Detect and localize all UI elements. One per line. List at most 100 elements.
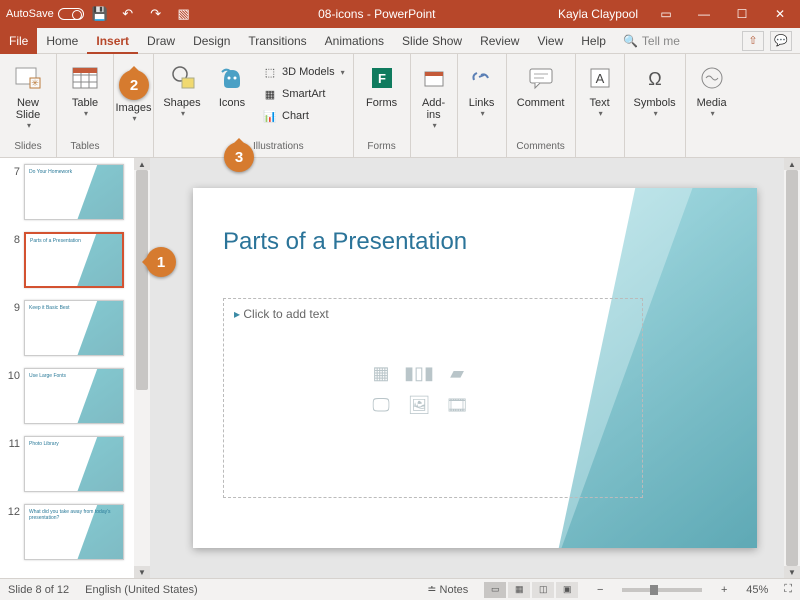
tab-draw[interactable]: Draw: [138, 28, 184, 54]
tellme-label: Tell me: [642, 34, 680, 48]
tellme-search[interactable]: 🔍 Tell me: [623, 34, 680, 48]
symbols-button[interactable]: Ω Symbols ▾: [631, 58, 679, 118]
insert-video-icon[interactable]: 🎞: [440, 391, 474, 419]
insert-picture-icon[interactable]: 🖵: [364, 391, 398, 419]
tab-animations[interactable]: Animations: [316, 28, 393, 54]
comment-label: Comment: [517, 97, 565, 109]
zoom-in-button[interactable]: +: [718, 584, 730, 596]
scrollbar-thumb[interactable]: [136, 170, 148, 390]
maximize-button[interactable]: ☐: [724, 0, 760, 28]
smartart-button[interactable]: ▦ SmartArt: [260, 84, 347, 104]
undo-icon[interactable]: ↶: [116, 2, 140, 26]
user-name[interactable]: Kayla Claypool: [558, 7, 638, 21]
status-bar: Slide 8 of 12 English (United States) ≐ …: [0, 578, 800, 600]
images-label: Images: [115, 102, 151, 114]
ribbon: ✳ New Slide ▾ Slides Table ▾ Tables Imag…: [0, 54, 800, 158]
media-button[interactable]: Media ▾: [692, 58, 732, 118]
shapes-button[interactable]: Shapes ▾: [160, 58, 204, 118]
workspace: 7 Do Your Homework 8 Parts of a Presenta…: [0, 158, 800, 578]
autosave-toggle[interactable]: AutoSave: [6, 8, 84, 20]
tab-slideshow[interactable]: Slide Show: [393, 28, 471, 54]
close-button[interactable]: ✕: [762, 0, 798, 28]
scroll-down-icon[interactable]: ▼: [784, 566, 800, 578]
normal-view-button[interactable]: ▭: [484, 582, 506, 598]
text-button[interactable]: A Text ▾: [582, 58, 618, 118]
scroll-up-icon[interactable]: ▲: [134, 158, 150, 170]
group-tables: Table ▾ Tables: [57, 54, 114, 157]
chevron-down-icon: ▾: [341, 68, 345, 77]
save-icon[interactable]: 💾: [88, 2, 112, 26]
tab-transitions[interactable]: Transitions: [239, 28, 315, 54]
insert-online-picture-icon[interactable]: 🖼: [402, 391, 436, 419]
table-button[interactable]: Table ▾: [63, 58, 107, 118]
new-slide-button[interactable]: ✳ New Slide ▾: [6, 58, 50, 130]
slide-thumbnail[interactable]: 8 Parts of a Presentation: [6, 232, 132, 288]
slideshow-view-button[interactable]: ▣: [556, 582, 578, 598]
3d-models-button[interactable]: ⬚ 3D Models ▾: [260, 62, 347, 82]
insert-smartart-icon[interactable]: ▰: [440, 359, 474, 387]
addins-button[interactable]: Add- ins ▾: [417, 58, 451, 130]
zoom-slider[interactable]: [622, 588, 702, 592]
redo-icon[interactable]: ↷: [144, 2, 168, 26]
scroll-down-icon[interactable]: ▼: [134, 566, 150, 578]
slide-thumbnail[interactable]: 10 Use Large Fonts: [6, 368, 132, 424]
scrollbar-thumb[interactable]: [786, 170, 798, 566]
chevron-down-icon: ▾: [84, 109, 88, 118]
slide-number: 10: [6, 368, 20, 382]
insert-chart-icon[interactable]: ▮▯▮: [402, 359, 436, 387]
svg-text:Ω: Ω: [648, 69, 661, 89]
thumbnail-preview: Keep it Basic Best: [24, 300, 124, 356]
slide-canvas[interactable]: Parts of a Presentation Click to add tex…: [193, 188, 757, 548]
zoom-knob[interactable]: [650, 585, 658, 595]
slide-thumbnail[interactable]: 12 What did you take away from today's p…: [6, 504, 132, 560]
group-symbols: Ω Symbols ▾: [625, 54, 686, 157]
tab-design[interactable]: Design: [184, 28, 239, 54]
tab-view[interactable]: View: [528, 28, 572, 54]
slide-position[interactable]: Slide 8 of 12: [8, 584, 69, 596]
chevron-down-icon: ▾: [711, 109, 715, 118]
sorter-view-button[interactable]: ▦: [508, 582, 530, 598]
icons-button[interactable]: Icons: [210, 58, 254, 109]
slide-thumbnail[interactable]: 11 Photo Library: [6, 436, 132, 492]
tab-insert[interactable]: Insert: [87, 28, 138, 54]
group-label-slides: Slides: [14, 141, 41, 155]
slide-number: 9: [6, 300, 20, 314]
minimize-button[interactable]: —: [686, 0, 722, 28]
slide-thumbnail[interactable]: 9 Keep it Basic Best: [6, 300, 132, 356]
links-button[interactable]: Links ▾: [464, 58, 500, 118]
slide-thumbnail[interactable]: 7 Do Your Homework: [6, 164, 132, 220]
addins-icon: [418, 62, 450, 94]
ribbon-display-options-icon[interactable]: ▭: [648, 0, 684, 28]
zoom-out-button[interactable]: −: [594, 584, 606, 596]
thumbnails-scrollbar[interactable]: ▲ ▼: [134, 158, 150, 578]
tab-help[interactable]: Help: [572, 28, 615, 54]
comment-button[interactable]: Comment: [513, 58, 569, 109]
text-label: Text: [590, 97, 610, 109]
forms-button[interactable]: F Forms: [360, 58, 404, 109]
ribbon-tabs: File Home Insert Draw Design Transitions…: [0, 28, 800, 54]
content-placeholder[interactable]: Click to add text ▦ ▮▯▮ ▰ 🖵 🖼 🎞: [223, 298, 643, 498]
fit-to-window-button[interactable]: ⛶: [784, 583, 792, 596]
language[interactable]: English (United States): [85, 584, 198, 596]
slide-title[interactable]: Parts of a Presentation: [223, 228, 467, 256]
editor-scrollbar[interactable]: ▲ ▼: [784, 158, 800, 578]
media-label: Media: [697, 97, 727, 109]
share-button[interactable]: ⇧: [742, 31, 764, 51]
tab-home[interactable]: Home: [37, 28, 87, 54]
symbols-label: Symbols: [634, 97, 676, 109]
tab-review[interactable]: Review: [471, 28, 528, 54]
callout-3: 3: [224, 142, 254, 172]
smartart-label: SmartArt: [282, 88, 325, 100]
reading-view-button[interactable]: ◫: [532, 582, 554, 598]
insert-table-icon[interactable]: ▦: [364, 359, 398, 387]
scroll-up-icon[interactable]: ▲: [784, 158, 800, 170]
chevron-down-icon: ▾: [654, 109, 658, 118]
comments-button[interactable]: 💬: [770, 31, 792, 51]
zoom-level[interactable]: 45%: [746, 584, 768, 596]
chart-button[interactable]: 📊 Chart: [260, 106, 347, 126]
start-slideshow-icon[interactable]: ▧: [172, 2, 196, 26]
notes-button[interactable]: ≐ Notes: [427, 583, 468, 596]
thumbnail-preview: Use Large Fonts: [24, 368, 124, 424]
placeholder-text: Click to add text: [224, 299, 642, 329]
tab-file[interactable]: File: [0, 28, 37, 54]
